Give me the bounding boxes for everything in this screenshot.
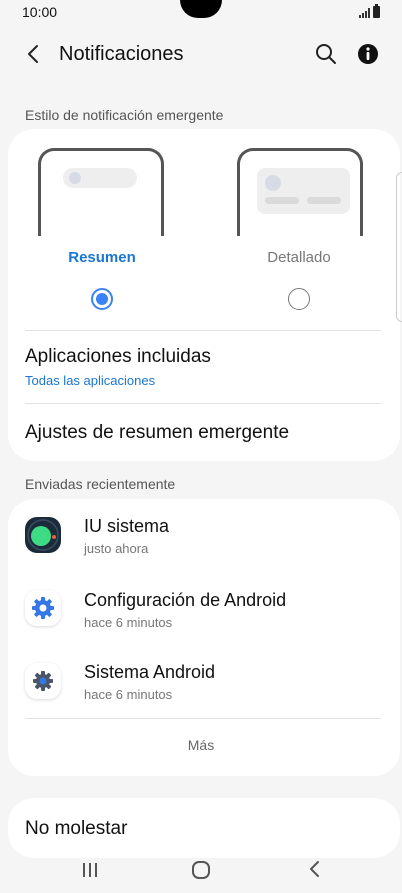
home-button[interactable] (191, 860, 211, 880)
app-time: hace 6 minutos (84, 615, 173, 630)
search-button[interactable] (314, 42, 338, 66)
divider (25, 718, 381, 719)
section-label-recent: Enviadas recientemente (25, 476, 176, 492)
brief-notification-pill (63, 168, 137, 188)
detailed-preview-line (307, 197, 341, 204)
radio-detailed[interactable] (288, 288, 310, 310)
detailed-style-preview[interactable] (237, 148, 363, 236)
included-apps-value: Todas las aplicaciones (25, 373, 156, 388)
page-title: Notificaciones (59, 43, 184, 65)
brief-popup-settings-row[interactable]: Ajustes de resumen emergente (25, 422, 289, 444)
app-time: hace 6 minutos (84, 687, 173, 702)
section-label-popup-style: Estilo de notificación emergente (25, 107, 224, 123)
app-name: Sistema Android (84, 662, 216, 682)
recent-apps-card (8, 499, 400, 776)
status-icons (359, 4, 380, 18)
recent-apps-button[interactable] (80, 860, 100, 880)
divider (25, 330, 381, 331)
detailed-preview-line (265, 197, 299, 204)
battery-icon (373, 4, 380, 18)
system-ui-icon (25, 517, 61, 553)
status-time: 10:00 (22, 4, 58, 20)
info-button[interactable] (356, 42, 380, 66)
option-label-detailed[interactable]: Detallado (229, 249, 369, 266)
app-name: Configuración de Android (84, 590, 287, 610)
search-icon (316, 44, 336, 64)
detailed-notification-box (257, 168, 350, 214)
back-arrow-icon (310, 861, 319, 877)
camera-notch (180, 0, 222, 18)
back-button[interactable] (20, 40, 48, 68)
divider (25, 403, 381, 404)
do-not-disturb-title: No molestar (25, 818, 128, 839)
navigation-bar (0, 846, 402, 893)
app-header: Notificaciones (0, 30, 402, 78)
radio-brief[interactable] (91, 288, 113, 310)
nav-back-button[interactable] (305, 859, 325, 879)
info-icon (358, 44, 378, 64)
detailed-preview-dot (265, 175, 281, 191)
status-bar: 10:00 (0, 0, 402, 26)
brief-style-preview[interactable] (38, 148, 164, 236)
settings-gear-icon (25, 590, 61, 626)
home-icon (192, 861, 210, 879)
chevron-left-icon (28, 45, 38, 63)
brief-preview-dot (69, 172, 81, 184)
android-system-icon (25, 663, 61, 699)
edge-panel-handle[interactable] (396, 172, 402, 322)
recents-icon (83, 863, 97, 877)
app-name: IU sistema (84, 516, 170, 536)
option-label-brief[interactable]: Resumen (32, 249, 172, 266)
app-time: justo ahora (84, 541, 149, 556)
more-button[interactable]: Más (0, 737, 402, 753)
signal-icon (359, 8, 370, 18)
included-apps-title: Aplicaciones incluidas (25, 346, 211, 367)
